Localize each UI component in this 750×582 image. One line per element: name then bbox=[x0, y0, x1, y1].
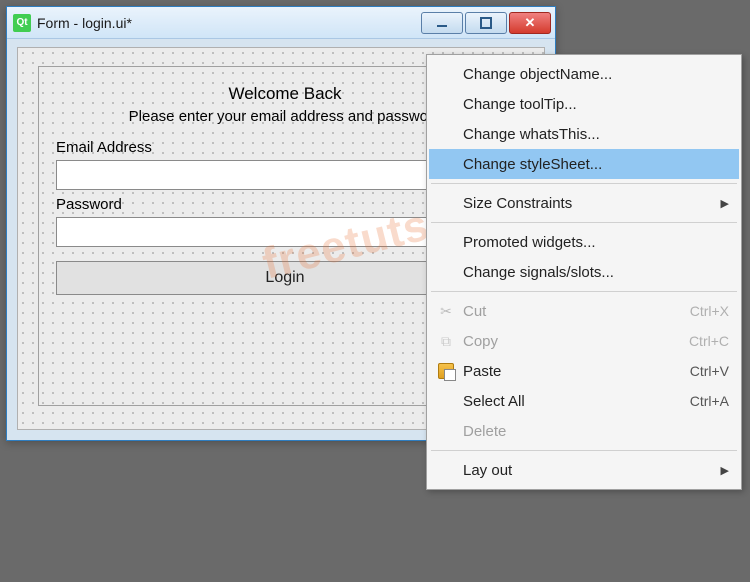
close-button[interactable]: ✕ bbox=[509, 12, 551, 34]
copy-icon: ⧉ bbox=[437, 332, 455, 350]
menu-item-label: Paste bbox=[463, 363, 501, 380]
menu-item-label: Lay out bbox=[463, 462, 512, 479]
menu-shortcut: Ctrl+C bbox=[689, 333, 729, 349]
menu-item-label: Change styleSheet... bbox=[463, 156, 602, 173]
menu-shortcut: Ctrl+V bbox=[690, 363, 729, 379]
menu-shortcut: Ctrl+X bbox=[690, 303, 729, 319]
menu-item-label: Size Constraints bbox=[463, 195, 572, 212]
menu-item-size-constraints[interactable]: Size Constraints ▶ bbox=[429, 188, 739, 218]
menu-item-label: Change whatsThis... bbox=[463, 126, 600, 143]
qt-app-icon: Qt bbox=[13, 14, 31, 32]
minimize-icon bbox=[436, 17, 448, 29]
minimize-button[interactable] bbox=[421, 12, 463, 34]
menu-item-change-signals-slots[interactable]: Change signals/slots... bbox=[429, 257, 739, 287]
close-icon: ✕ bbox=[525, 15, 536, 31]
menu-item-label: Change objectName... bbox=[463, 66, 612, 83]
menu-item-delete: Delete bbox=[429, 416, 739, 446]
submenu-arrow-icon: ▶ bbox=[721, 197, 729, 210]
menu-item-label: Cut bbox=[463, 303, 486, 320]
menu-item-label: Change signals/slots... bbox=[463, 264, 614, 281]
menu-item-change-objectname[interactable]: Change objectName... bbox=[429, 59, 739, 89]
menu-separator bbox=[431, 291, 737, 292]
titlebar[interactable]: Qt Form - login.ui* ✕ bbox=[7, 7, 555, 39]
menu-item-paste[interactable]: Paste Ctrl+V bbox=[429, 356, 739, 386]
menu-item-label: Copy bbox=[463, 333, 498, 350]
maximize-button[interactable] bbox=[465, 12, 507, 34]
menu-shortcut: Ctrl+A bbox=[690, 393, 729, 409]
paste-icon bbox=[437, 362, 455, 380]
window-controls: ✕ bbox=[421, 12, 551, 34]
window-title: Form - login.ui* bbox=[37, 15, 421, 31]
menu-separator bbox=[431, 450, 737, 451]
menu-separator bbox=[431, 183, 737, 184]
menu-item-label: Delete bbox=[463, 423, 506, 440]
menu-item-change-stylesheet[interactable]: Change styleSheet... bbox=[429, 149, 739, 179]
context-menu: Change objectName... Change toolTip... Cha… bbox=[426, 54, 742, 490]
submenu-arrow-icon: ▶ bbox=[721, 464, 729, 477]
menu-item-label: Promoted widgets... bbox=[463, 234, 596, 251]
cut-icon: ✂ bbox=[437, 302, 455, 320]
menu-item-copy: ⧉ Copy Ctrl+C bbox=[429, 326, 739, 356]
menu-item-select-all[interactable]: Select All Ctrl+A bbox=[429, 386, 739, 416]
menu-item-label: Change toolTip... bbox=[463, 96, 577, 113]
menu-item-label: Select All bbox=[463, 393, 525, 410]
menu-item-change-tooltip[interactable]: Change toolTip... bbox=[429, 89, 739, 119]
maximize-icon bbox=[480, 17, 492, 29]
menu-item-cut: ✂ Cut Ctrl+X bbox=[429, 296, 739, 326]
menu-separator bbox=[431, 222, 737, 223]
menu-item-change-whatsthis[interactable]: Change whatsThis... bbox=[429, 119, 739, 149]
menu-item-lay-out[interactable]: Lay out ▶ bbox=[429, 455, 739, 485]
menu-item-promoted-widgets[interactable]: Promoted widgets... bbox=[429, 227, 739, 257]
